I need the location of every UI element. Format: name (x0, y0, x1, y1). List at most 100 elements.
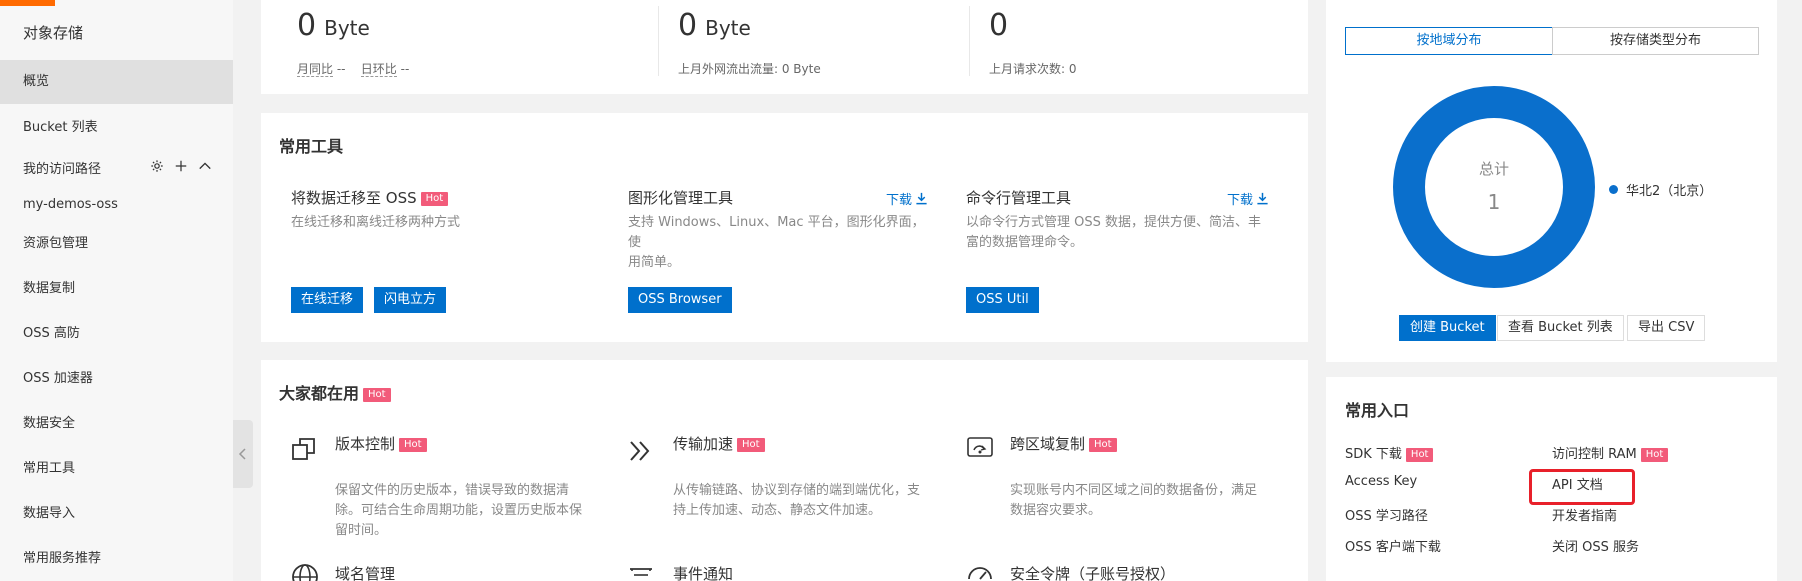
popular-card: 大家都在用 Hot 版本控制 Hot 保留文件的历史版本，错误导致的数据清 除。可结… (261, 360, 1308, 581)
stats-card: 0 Byte 月同比 -- 日环比 -- 0 Byte 上月外网流出流量: 0 By… (261, 0, 1308, 94)
sidebar: 对象存储 概览 Bucket 列表 我的访问路径 my-demos-oss 资源… (0, 0, 233, 581)
sidebar-collapse-toggle[interactable] (233, 420, 253, 488)
sidebar-group-label: 我的访问路径 (23, 162, 102, 177)
cli-tool-name: 命令行管理工具 (966, 189, 1072, 207)
cli-tool-desc: 以命令行方式管理 OSS 数据，提供方便、简洁、丰 富的数据管理命令。 (966, 215, 1262, 250)
notification-icon (628, 565, 658, 581)
highlight-annotation-box (1529, 469, 1635, 505)
requests-sub: 上月请求次数: 0 (989, 62, 1077, 76)
double-chevron-right-icon (628, 438, 658, 468)
feature-cross-region-replication[interactable]: 跨区域复制 Hot (1010, 433, 1117, 454)
divider (969, 6, 970, 76)
mom-value: -- (336, 62, 346, 76)
token-icon (966, 563, 996, 581)
hot-badge: Hot (737, 437, 765, 452)
brand-accent-bar (0, 0, 55, 6)
hot-badge: Hot (1640, 447, 1669, 462)
entry-disable-oss[interactable]: 关闭 OSS 服务 (1552, 536, 1639, 555)
entry-learning-path[interactable]: OSS 学习路径 (1345, 505, 1428, 524)
sidebar-item-bucket-list[interactable]: Bucket 列表 (0, 106, 233, 150)
sidebar-item-oss-accelerator[interactable]: OSS 加速器 (0, 357, 233, 401)
export-csv-button[interactable]: 导出 CSV (1627, 315, 1706, 341)
tab-by-region[interactable]: 按地域分布 (1345, 27, 1553, 55)
sidebar-item-data-replication[interactable]: 数据复制 (0, 267, 233, 311)
download-icon (1257, 192, 1268, 205)
yoy-label[interactable]: 日环比 (360, 62, 397, 77)
tab-by-storage-type[interactable]: 按存储类型分布 (1552, 27, 1759, 55)
copy-icon (291, 436, 321, 466)
entry-dev-guide[interactable]: 开发者指南 (1552, 505, 1617, 524)
traffic-sub: 上月外网流出流量: 0 Byte (678, 62, 821, 76)
region-replicate-icon (966, 434, 996, 464)
traffic-value: 0 (678, 8, 698, 43)
feature-security-token[interactable]: 安全令牌（子账号授权） (1010, 563, 1175, 581)
download-icon (916, 192, 927, 205)
gui-tool-desc: 支持 Windows、Linux、Mac 平台，图形化界面，使 用简单。 (628, 215, 925, 270)
tools-title: 常用工具 (279, 137, 344, 156)
requests-value: 0 (989, 8, 1009, 43)
feature-domain-management[interactable]: 域名管理 (335, 563, 395, 581)
hot-badge: Hot (399, 437, 427, 452)
storage-stat: 0 Byte (297, 8, 370, 43)
gui-download-link[interactable]: 下载 (886, 189, 928, 208)
plus-icon[interactable] (173, 158, 189, 174)
tools-card: 常用工具 将数据迁移至 OSS Hot 在线迁移和离线迁移两种方式 在线迁移 闪电… (261, 113, 1308, 342)
entry-client-download[interactable]: OSS 客户端下载 (1345, 536, 1441, 555)
cli-download-link[interactable]: 下载 (1227, 189, 1269, 208)
lightning-cube-button[interactable]: 闪电立方 (374, 287, 447, 313)
storage-value: 0 (297, 8, 317, 43)
globe-icon (291, 563, 321, 581)
feature-transfer-acceleration[interactable]: 传输加速 Hot (673, 433, 765, 454)
gui-tool-name: 图形化管理工具 (628, 189, 734, 207)
popular-title: 大家都在用 Hot (279, 380, 391, 404)
online-migration-button[interactable]: 在线迁移 (291, 287, 364, 313)
sidebar-item-overview[interactable]: 概览 (0, 60, 233, 104)
hot-badge: Hot (1089, 437, 1117, 452)
donut-legend-item[interactable]: 华北2（北京） (1609, 180, 1712, 199)
hot-badge: Hot (363, 387, 391, 402)
migration-tool-name: 将数据迁移至 OSS Hot (291, 187, 449, 208)
distribution-card: 按地域分布 按存储类型分布 总计 1 华北2（北京） 创建 Bucket 查看 … (1326, 0, 1777, 362)
donut-total-label: 总计 (1478, 160, 1509, 178)
divider (658, 6, 659, 76)
entry-access-key[interactable]: Access Key (1345, 474, 1417, 489)
hot-badge: Hot (420, 191, 449, 206)
create-bucket-button[interactable]: 创建 Bucket (1399, 315, 1496, 341)
feature-cross-region-replication-desc: 实现账号内不同区域之间的数据备份，满足 数据容灾要求。 (1010, 483, 1258, 518)
legend-dot (1609, 185, 1618, 194)
entry-sdk-download[interactable]: SDK 下载 Hot (1345, 443, 1434, 462)
feature-version-control-desc: 保留文件的历史版本，错误导致的数据清 除。可结合生命周期功能，设置历史版本保 留… (335, 483, 583, 538)
feature-version-control[interactable]: 版本控制 Hot (335, 433, 427, 454)
region-donut-chart (1393, 86, 1595, 288)
sidebar-item-resource-pack[interactable]: 资源包管理 (0, 222, 233, 266)
sidebar-group-my-paths[interactable]: 我的访问路径 (23, 158, 223, 180)
storage-compare: 月同比 -- 日环比 -- (297, 60, 409, 77)
traffic-stat: 0 Byte (678, 8, 751, 43)
mom-label[interactable]: 月同比 (297, 62, 334, 77)
donut-ring (1393, 86, 1595, 288)
entries-title: 常用入口 (1345, 401, 1410, 420)
yoy-value: -- (400, 62, 410, 76)
sidebar-item-data-security[interactable]: 数据安全 (0, 402, 233, 446)
sidebar-item-my-demos-oss[interactable]: my-demos-oss (0, 183, 233, 227)
storage-unit: Byte (324, 16, 370, 40)
sidebar-item-service-recommend[interactable]: 常用服务推荐 (0, 537, 233, 581)
donut-total-value: 1 (1487, 190, 1501, 214)
feature-transfer-acceleration-desc: 从传输链路、协议到存储的端到端优化，支 持上传加速、动态、静态文件加速。 (673, 483, 921, 518)
sidebar-item-data-import[interactable]: 数据导入 (0, 492, 233, 536)
sidebar-item-oss-ddos[interactable]: OSS 高防 (0, 312, 233, 356)
view-bucket-list-button[interactable]: 查看 Bucket 列表 (1497, 315, 1624, 341)
entry-ram[interactable]: 访问控制 RAM Hot (1552, 443, 1669, 462)
traffic-unit: Byte (705, 16, 751, 40)
sidebar-title: 对象存储 (23, 24, 84, 42)
entries-card: 常用入口 SDK 下载 Hot Access Key OSS 学习路径 OSS 客… (1326, 377, 1777, 581)
feature-event-notification[interactable]: 事件通知 (673, 563, 733, 581)
chevron-left-icon (238, 448, 246, 460)
hot-badge: Hot (1405, 447, 1434, 462)
chevron-up-icon[interactable] (197, 158, 213, 174)
migration-tool-desc: 在线迁移和离线迁移两种方式 (291, 215, 461, 230)
gear-icon[interactable] (149, 158, 165, 174)
sidebar-item-common-tools[interactable]: 常用工具 (0, 447, 233, 491)
oss-util-button[interactable]: OSS Util (966, 287, 1039, 313)
oss-browser-button[interactable]: OSS Browser (628, 287, 732, 313)
